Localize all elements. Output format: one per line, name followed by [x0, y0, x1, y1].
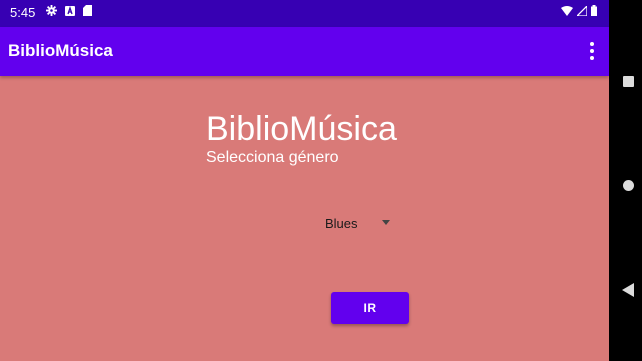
- genre-spinner[interactable]: Blues: [318, 208, 398, 238]
- app-screen: 5:45 BiblioMúsica BiblioMúsica Seleccion…: [0, 0, 609, 361]
- genre-spinner-value: Blues: [325, 215, 358, 231]
- status-bar: 5:45: [0, 0, 609, 27]
- navigation-bar: [609, 0, 642, 361]
- status-system-icons: [561, 5, 597, 16]
- recents-icon[interactable]: [623, 76, 634, 87]
- more-vertical-icon-dot: [590, 56, 594, 60]
- home-icon[interactable]: [623, 180, 634, 191]
- more-vertical-icon: [590, 42, 594, 46]
- battery-icon: [591, 5, 597, 16]
- more-options-button[interactable]: [585, 39, 599, 63]
- page-subtitle: Selecciona género: [206, 149, 339, 166]
- more-vertical-icon-dot: [590, 49, 594, 53]
- gear-icon: [46, 5, 57, 16]
- sd-card-icon: [83, 5, 92, 16]
- go-button[interactable]: IR: [331, 292, 409, 324]
- wifi-icon: [561, 5, 573, 16]
- app-bar: BiblioMúsica: [0, 27, 609, 76]
- page-title: BiblioMúsica: [206, 110, 397, 148]
- back-icon[interactable]: [622, 283, 634, 297]
- app-bar-title: BiblioMúsica: [8, 41, 113, 60]
- dropdown-arrow-icon: [382, 220, 390, 225]
- status-notification-icons: [46, 5, 92, 16]
- signal-icon: [577, 5, 587, 16]
- status-time: 5:45: [10, 5, 36, 20]
- a-notification-icon: [65, 5, 75, 16]
